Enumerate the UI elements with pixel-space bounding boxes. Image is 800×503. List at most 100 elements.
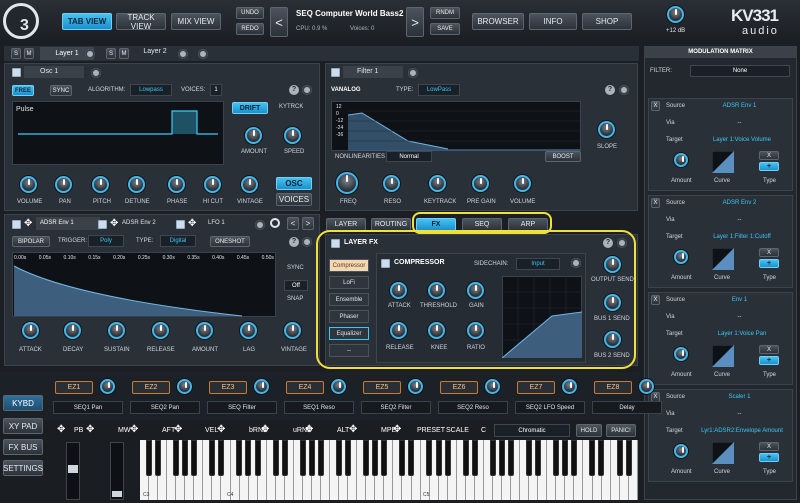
ez-knob[interactable]	[254, 379, 269, 394]
mod-slot-remove-button[interactable]: X	[651, 101, 660, 111]
env-next-button[interactable]: >	[302, 217, 314, 230]
layerfx-gear-icon[interactable]	[617, 238, 627, 248]
fx-ensemble-item[interactable]: Ensemble	[329, 293, 369, 306]
black-key[interactable]	[507, 440, 514, 476]
ez-assignment[interactable]: SEQ2 Filter	[361, 401, 431, 414]
black-key[interactable]	[616, 440, 623, 476]
osc-settings-gear-icon[interactable]	[302, 85, 312, 95]
lfo1-drag-icon[interactable]: ✥	[188, 218, 196, 229]
ez-knob[interactable]	[639, 379, 654, 394]
osc-pitch-knob[interactable]	[92, 176, 109, 193]
random-button[interactable]: RNDM	[430, 7, 460, 19]
mod-curve-display[interactable]	[712, 248, 734, 270]
mod-amount-knob[interactable]	[674, 153, 688, 167]
piano-keyboard[interactable]: C3 C4 C5	[140, 440, 638, 500]
black-key[interactable]	[154, 440, 161, 476]
osc-volume-knob[interactable]	[20, 176, 37, 193]
preset-name[interactable]: SEQ Computer World Bass2	[296, 9, 406, 18]
black-key[interactable]	[471, 440, 478, 476]
drift-speed-knob[interactable]	[284, 127, 301, 144]
mod-via-value[interactable]: --	[692, 120, 787, 126]
urnd-label[interactable]: uRND	[293, 427, 312, 434]
pb-move-icon[interactable]: ✥	[86, 424, 94, 435]
fx-compressor-item[interactable]: Compressor	[329, 259, 369, 272]
layer1-mute-button[interactable]: M	[24, 48, 34, 59]
trigger-select[interactable]: Poly	[88, 235, 124, 247]
filter-volume-knob[interactable]	[514, 175, 531, 192]
alt-move-icon[interactable]: ✥	[349, 424, 357, 435]
shop-button[interactable]: SHOP	[582, 13, 632, 30]
mix-view-button[interactable]: MIX VIEW	[171, 13, 221, 30]
osc-title[interactable]: Osc 1	[24, 66, 84, 78]
aft-label[interactable]: AFT	[162, 427, 175, 434]
mod-via-value[interactable]: --	[692, 217, 787, 223]
vel-move-icon[interactable]: ✥	[217, 424, 225, 435]
mod-type-x-button[interactable]: X	[759, 442, 779, 451]
env1-checkbox[interactable]	[12, 220, 21, 229]
hold-button[interactable]: HOLD	[576, 424, 602, 437]
osc-help-icon[interactable]: ?	[289, 85, 299, 95]
mw-move-icon[interactable]: ✥	[130, 424, 138, 435]
comp-gain-knob[interactable]	[467, 282, 484, 299]
black-key[interactable]	[553, 440, 560, 476]
prev-preset-button[interactable]: <	[270, 7, 288, 37]
black-key[interactable]	[173, 440, 179, 476]
black-key[interactable]	[209, 440, 216, 476]
mpe-label[interactable]: MPE	[381, 427, 396, 434]
pb-label[interactable]: PB	[74, 427, 83, 434]
black-key[interactable]	[372, 440, 379, 476]
lfo1-checkbox[interactable]	[176, 220, 185, 229]
mod-type-x-button[interactable]: X	[759, 345, 779, 354]
ez-assignment[interactable]: SEQ2 LFO Speed	[515, 401, 585, 414]
black-key[interactable]	[191, 440, 198, 476]
settings-button[interactable]: SETTINGS	[3, 460, 43, 476]
filter-freq-knob[interactable]	[336, 172, 358, 194]
add-layer-gear-icon[interactable]	[198, 49, 208, 59]
pitch-bend-wheel[interactable]	[66, 442, 80, 500]
algorithm-select[interactable]: Lowpass	[130, 84, 172, 96]
mod-wheel[interactable]	[110, 442, 124, 500]
black-key[interactable]	[489, 440, 496, 476]
ez-slot-button[interactable]: EZ3	[209, 381, 247, 394]
layerfx-help-icon[interactable]: ?	[603, 238, 613, 248]
nonlinearities-select[interactable]: Normal	[386, 151, 432, 162]
osc-free-button[interactable]: FREE	[12, 85, 34, 96]
mod-source-value[interactable]: Env 1	[692, 297, 787, 303]
osc-section-button[interactable]: OSC	[276, 177, 312, 190]
mod-type-x-button[interactable]: X	[759, 151, 779, 160]
bipolar-button[interactable]: BIPOLAR	[12, 236, 50, 247]
black-key[interactable]	[245, 440, 252, 476]
black-key[interactable]	[363, 440, 370, 476]
env-settings-gear-icon[interactable]	[302, 237, 312, 247]
drift-button[interactable]: DRIFT	[232, 102, 268, 114]
mod-slot-remove-button[interactable]: X	[651, 198, 660, 208]
panic-button[interactable]: PANIC!	[606, 424, 636, 437]
preset-label[interactable]: PRESET	[417, 427, 445, 434]
env-type-select[interactable]: Digital	[160, 235, 196, 247]
aft-move-icon[interactable]: ✥	[174, 424, 182, 435]
ez-knob[interactable]	[408, 379, 423, 394]
bus2-send-knob[interactable]	[604, 331, 621, 348]
slope-knob[interactable]	[598, 121, 615, 138]
env-release-knob[interactable]	[152, 322, 169, 339]
info-button[interactable]: INFO	[529, 13, 577, 30]
osc-detune-knob[interactable]	[128, 176, 145, 193]
layer-fx-checkbox[interactable]	[331, 239, 340, 248]
ez-slot-button[interactable]: EZ1	[55, 381, 93, 394]
osc-hicut-knob[interactable]	[204, 176, 221, 193]
ez-knob[interactable]	[177, 379, 192, 394]
env2-checkbox[interactable]	[98, 220, 107, 229]
black-key[interactable]	[435, 440, 442, 476]
mod-type-plus-button[interactable]: +	[759, 356, 779, 365]
layer2-gear-icon[interactable]	[178, 49, 188, 59]
env-attack-knob[interactable]	[22, 322, 39, 339]
mod-amount-knob[interactable]	[674, 250, 688, 264]
compressor-gear-icon[interactable]	[571, 258, 581, 268]
scale-label[interactable]: SCALE	[446, 427, 469, 434]
mod-type-plus-button[interactable]: +	[759, 162, 779, 171]
comp-ratio-knob[interactable]	[467, 322, 484, 339]
mod-target-value[interactable]: Layer 1:Voice Pan	[692, 331, 792, 337]
layer2-solo-button[interactable]: S	[106, 48, 116, 59]
mod-type-x-button[interactable]: X	[759, 248, 779, 257]
env-sync-select[interactable]: Off	[284, 280, 308, 291]
